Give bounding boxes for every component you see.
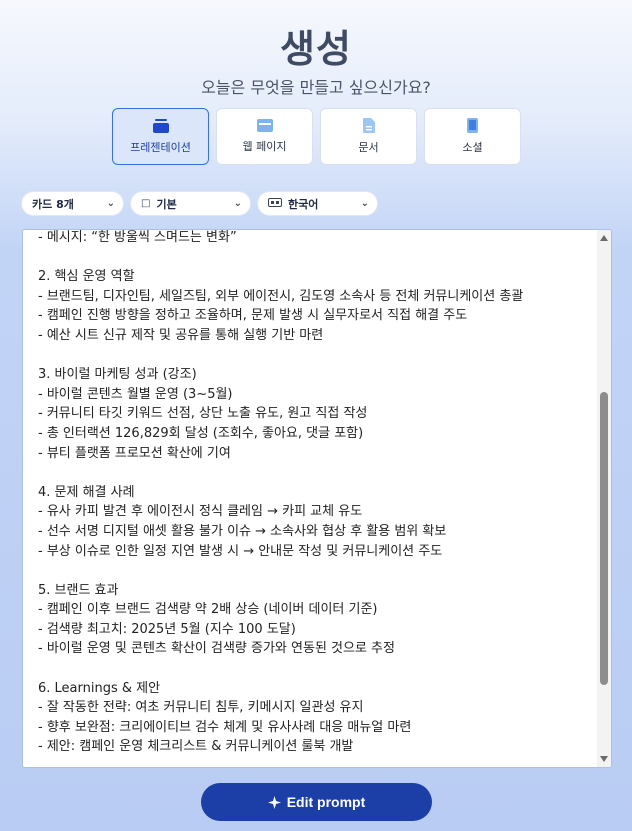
card-count-value: 카드 8개	[32, 197, 74, 211]
prompt-editor[interactable]: - 메시지: “한 방울씩 스며드는 변화” 2. 핵심 운영 역할 - 브랜드팀…	[22, 229, 612, 768]
sparkle-icon	[267, 795, 281, 809]
scroll-up-icon[interactable]	[600, 235, 608, 241]
type-label: 프레젠테이션	[130, 140, 191, 154]
theme-select[interactable]: □ 기본 ⌄	[131, 192, 250, 215]
page-title: 생성	[280, 27, 352, 71]
edit-prompt-label: Edit prompt	[286, 794, 366, 810]
prompt-line: - 부상 이슈로 인한 일정 지연 발생 시 → 안내문 작성 및 커뮤니케이션…	[38, 543, 443, 559]
prompt-line: - 유사 카피 발견 후 에이전시 정식 클레임 → 카피 교체 유도	[38, 504, 363, 520]
card-count-select[interactable]: 카드 8개 ⌄	[22, 192, 123, 215]
chevron-down-icon: ⌄	[233, 198, 242, 209]
options-bar: 카드 8개 ⌄ □ 기본 ⌄ 한국어 ⌄	[22, 192, 377, 215]
type-document-button[interactable]: 문서	[320, 108, 417, 165]
prompt-line: - 캠페인 진행 방향을 정하고 조율하며, 문제 발생 시 실무자로서 직접 …	[38, 308, 468, 324]
type-label: 소셜	[462, 141, 483, 154]
prompt-line: - 총 인터랙션 126,829회 달성 (조회수, 좋아요, 댓글 포함)	[38, 425, 364, 441]
prompt-line	[38, 346, 598, 366]
prompt-line: - 예산 시트 신규 제작 및 공유를 통해 실행 기반 마련	[38, 327, 324, 343]
prompt-line: - 브랜드팀, 디자인팀, 세일즈팀, 외부 에이전시, 김도영 소속사 등 전…	[38, 288, 524, 304]
prompt-line: - 잘 작동한 전략: 여초 커뮤니티 침투, 키메시지 일관성 유지	[38, 700, 364, 716]
chevron-down-icon: ⌄	[106, 198, 115, 209]
prompt-line: 3. 바이럴 마케팅 성과 (강조)	[38, 367, 197, 383]
prompt-line	[38, 561, 598, 581]
type-label: 문서	[358, 141, 379, 154]
language-icon	[268, 197, 282, 210]
prompt-line: 4. 문제 해결 사례	[38, 484, 135, 500]
scroll-thumb[interactable]	[600, 392, 608, 685]
prompt-line: - 검색량 최고치: 2025년 5월 (지수 100 도달)	[38, 621, 296, 637]
language-value: 한국어	[288, 197, 319, 211]
type-social-button[interactable]: 소셜	[424, 108, 521, 165]
prompt-line	[38, 248, 598, 268]
prompt-line: 6. Learnings & 제안	[38, 680, 161, 696]
language-select[interactable]: 한국어 ⌄	[258, 192, 377, 215]
theme-value: 기본	[156, 197, 177, 211]
webpage-icon	[256, 119, 273, 132]
prompt-line: - 메시지: “한 방울씩 스며드는 변화”	[38, 230, 237, 245]
prompt-line: - 뷰티 플랫폼 프로모션 확산에 기여	[38, 445, 231, 461]
prompt-line: - 바이럴 콘텐츠 월별 운영 (3~5월)	[38, 386, 233, 402]
type-label: 웹 페이지	[242, 140, 287, 153]
prompt-line: - 향후 보완점: 크리에이티브 검수 체계 및 유사사례 대응 매뉴얼 마련	[38, 719, 412, 735]
prompt-line: - 제안: 캠페인 운영 체크리스트 & 커뮤니케이션 룰북 개발	[38, 739, 354, 755]
prompt-line: - 바이럴 운영 및 콘텐츠 확산이 검색량 증가와 연동된 것으로 추정	[38, 641, 395, 657]
scroll-down-icon[interactable]	[600, 756, 608, 762]
social-icon	[467, 118, 478, 133]
prompt-line: - 커뮤니티 타깃 키워드 선점, 상단 노출 유도, 원고 직접 작성	[38, 406, 368, 422]
prompt-line	[38, 659, 598, 679]
presentation-icon	[152, 118, 169, 133]
prompt-line: - 캠페인 이후 브랜드 검색량 약 2배 상승 (네이버 데이터 기준)	[38, 602, 378, 618]
edit-prompt-button[interactable]: Edit prompt	[201, 783, 432, 821]
prompt-line: - 선수 서명 디지털 애셋 활용 불가 이슈 → 소속사와 협상 후 활용 범…	[38, 523, 447, 539]
chevron-down-icon: ⌄	[360, 198, 369, 209]
prompt-line	[38, 463, 598, 483]
scrollbar[interactable]	[597, 230, 611, 767]
prompt-line: 5. 브랜드 효과	[38, 582, 119, 598]
page-subtitle: 오늘은 무엇을 만들고 싶으신가요?	[201, 78, 431, 97]
type-webpage-button[interactable]: 웹 페이지	[216, 108, 313, 165]
prompt-line: 2. 핵심 운영 역할	[38, 269, 135, 285]
document-icon	[362, 118, 375, 133]
type-presentation-button[interactable]: 프레젠테이션	[112, 108, 209, 165]
content-type-selector: 프레젠테이션 웹 페이지 문서 소셜	[112, 108, 521, 165]
expand-icon: □	[141, 198, 151, 209]
prompt-text[interactable]: - 메시지: “한 방울씩 스며드는 변화” 2. 핵심 운영 역할 - 브랜드팀…	[38, 230, 598, 757]
